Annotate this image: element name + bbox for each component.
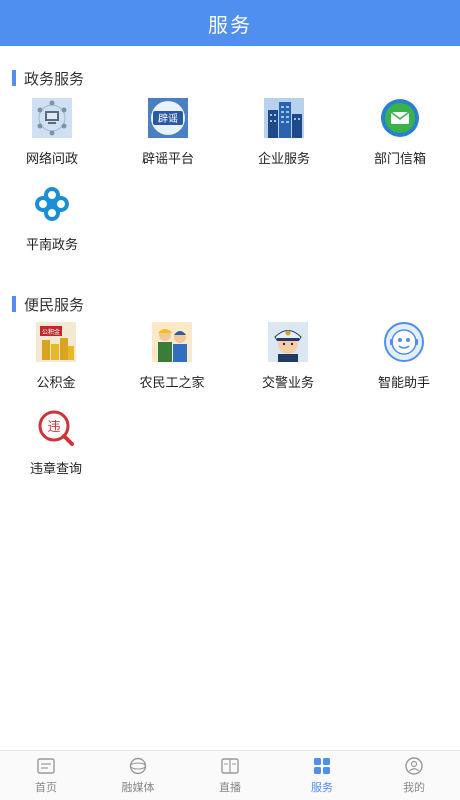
section-title-convenience: 便民服务	[12, 294, 84, 314]
violation-search-icon: 违	[36, 408, 76, 448]
tile-label: 交警业务	[261, 376, 314, 391]
tile-label: 平南政务	[25, 238, 78, 253]
tab-profile[interactable]: 我的	[368, 751, 460, 800]
tile-enterprise-service[interactable]: 企业服务	[234, 98, 334, 178]
traffic-police-icon	[268, 322, 308, 362]
tab-label: 直播	[219, 781, 241, 794]
tile-rumor-refute[interactable]: 辟谣 辟谣平台	[118, 98, 218, 178]
svg-text:违: 违	[47, 420, 60, 435]
robot-assistant-icon	[384, 322, 424, 362]
service-grid-icon	[311, 756, 333, 776]
provident-fund-icon: 公积金	[36, 322, 76, 362]
section-marker	[12, 296, 16, 312]
tab-media[interactable]: 融媒体	[92, 751, 184, 800]
tile-smart-assistant[interactable]: 智能助手	[354, 322, 454, 402]
tile-label: 部门信箱	[373, 152, 426, 167]
page-title: 服务	[208, 12, 252, 37]
tile-label: 辟谣平台	[141, 152, 194, 167]
tab-home[interactable]: 首页	[0, 751, 92, 800]
tab-live[interactable]: 直播	[184, 751, 276, 800]
svg-text:公积金: 公积金	[42, 328, 60, 336]
tile-traffic-police[interactable]: 交警业务	[238, 322, 338, 402]
tile-violation-query[interactable]: 违 违章查询	[6, 408, 106, 488]
header-bar: 服务	[0, 0, 460, 46]
profile-icon	[403, 756, 425, 776]
tile-network-inquiry[interactable]: 网络问政	[2, 98, 102, 178]
tile-label: 公积金	[36, 376, 76, 391]
svg-text:辟谣: 辟谣	[158, 112, 178, 125]
government-clover-icon	[32, 184, 72, 224]
live-icon	[219, 756, 241, 776]
home-icon	[35, 756, 57, 776]
tile-label: 企业服务	[257, 152, 310, 167]
network-inquiry-icon	[32, 98, 72, 138]
tile-pingnan-government[interactable]: 平南政务	[2, 184, 102, 264]
tile-migrant-worker-home[interactable]: 农民工之家	[122, 322, 222, 402]
tab-label: 首页	[35, 781, 57, 794]
tile-label: 智能助手	[377, 376, 430, 391]
section-marker	[12, 70, 16, 86]
tile-label: 网络问政	[25, 152, 78, 167]
mail-icon	[380, 98, 420, 138]
media-icon	[127, 756, 149, 776]
section-title-government: 政务服务	[12, 68, 84, 88]
section-title-label: 便民服务	[24, 295, 85, 314]
tile-label: 农民工之家	[139, 376, 205, 391]
tab-label: 服务	[311, 781, 333, 794]
enterprise-building-icon	[264, 98, 304, 138]
tab-service[interactable]: 服务	[276, 751, 368, 800]
bottom-tab-bar: 首页 融媒体 直播 服务 我的	[0, 750, 460, 800]
rumor-refute-icon: 辟谣	[148, 98, 188, 138]
tile-label: 违章查询	[29, 462, 82, 477]
tile-provident-fund[interactable]: 公积金 公积金	[6, 322, 106, 402]
tile-department-mailbox[interactable]: 部门信箱	[350, 98, 450, 178]
section-title-label: 政务服务	[24, 69, 85, 88]
migrant-worker-icon	[152, 322, 192, 362]
tab-label: 融媒体	[121, 781, 155, 794]
tab-label: 我的	[403, 781, 425, 794]
